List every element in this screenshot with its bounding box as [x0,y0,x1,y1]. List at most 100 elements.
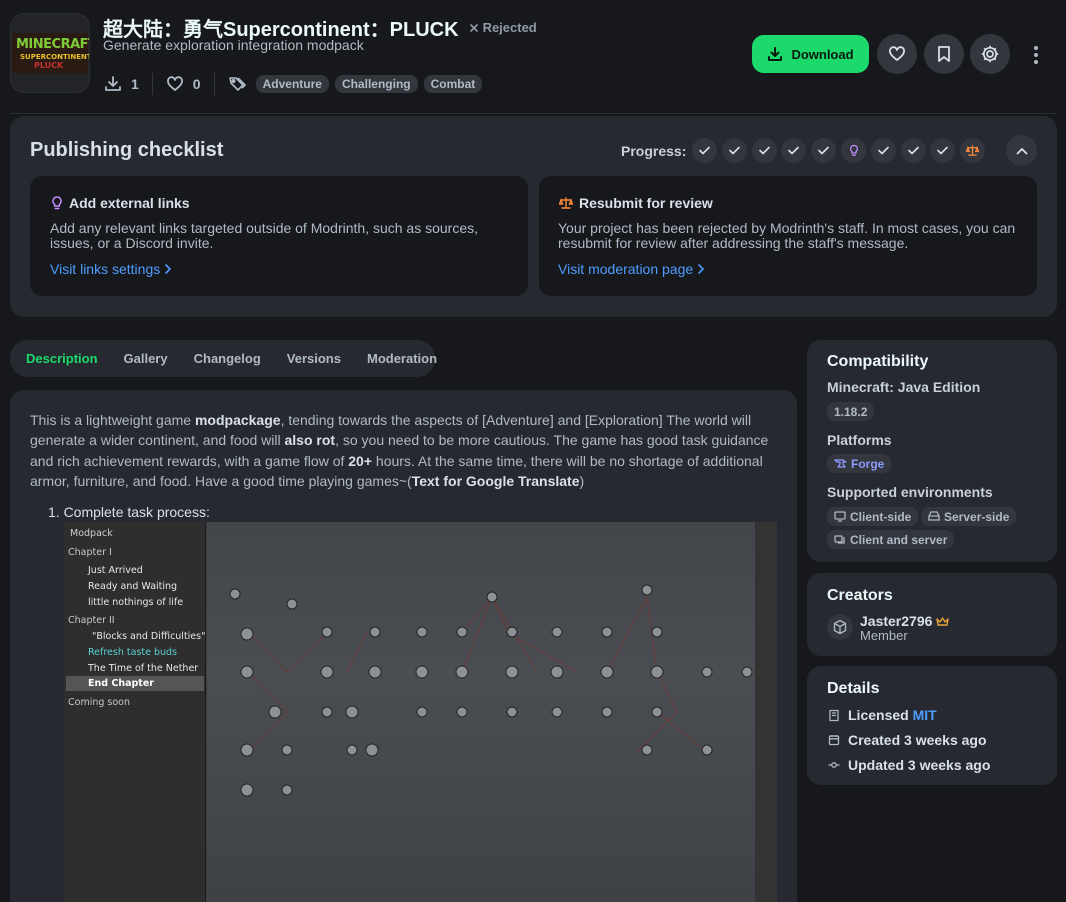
bookmark-icon [936,45,952,63]
gear-icon [980,44,1000,64]
follow-button[interactable] [877,34,917,74]
checklist-title: Publishing checklist [30,139,224,161]
project-tabs: Description Gallery Changelog Versions M… [10,340,437,377]
stat-divider [151,73,153,95]
chevron-up-icon [1016,147,1028,155]
step-done-check-icon [751,138,777,163]
quest-screenshot: Modpack Chapter I Just Arrived Ready and… [64,522,777,902]
version-chip[interactable]: 1.18.2 [827,402,875,421]
step-done-check-icon [692,138,717,163]
screenshot-row: little nothings of life [88,597,184,608]
tag-challenging[interactable]: Challenging [334,75,418,93]
stat-divider [213,73,215,95]
screenshot-row: Chapter II [68,615,115,626]
license-link[interactable]: MIT [913,707,937,723]
card-title-text: Resubmit for review [579,195,713,211]
card-body: Your project has been rejected by Modrin… [558,220,1016,251]
checklist-card-review: Resubmit for review Your project has bee… [539,176,1037,296]
updated-row: Updated 3 weeks ago [828,757,990,773]
card-title: Add external links [51,195,190,211]
compatibility-title: Compatibility [827,353,929,370]
logo-text-1: MINECRAFT [16,37,90,52]
logo-text-2: SUPERCONTINENT! [20,53,90,61]
screenshot-quest-sidebar: Modpack Chapter I Just Arrived Ready and… [64,522,206,902]
screenshot-row: Coming soon [68,697,131,708]
platform-chip-forge[interactable]: Forge [827,454,892,473]
downloads-count: 1 [131,76,139,92]
follows-stat: 0 [166,75,214,93]
env-chip-server[interactable]: Server-side [921,507,1017,526]
lightbulb-icon [51,196,63,210]
save-button[interactable] [924,34,964,74]
screenshot-right-strip [755,522,777,902]
download-button[interactable]: Download [752,35,869,73]
tab-description[interactable]: Description [26,351,98,366]
step-done-check-icon [721,138,747,163]
chevron-right-icon [698,264,705,274]
follows-count: 0 [192,76,201,92]
header-divider [10,113,1057,114]
license-row: Licensed MIT [828,707,937,723]
calendar-icon [828,734,840,746]
card-body: Add any relevant links targeted outside … [50,220,479,251]
tag-adventure[interactable]: Adventure [255,75,329,93]
link-text: Visit moderation page [558,261,694,277]
client-server-icon [834,534,846,545]
tab-gallery[interactable]: Gallery [124,351,168,366]
step-done-check-icon [900,138,926,163]
edition-label: Minecraft: Java Edition [827,379,981,395]
close-icon [469,23,479,33]
creators-panel: Creators Jaster2796 Member [807,573,1057,656]
updated-text: Updated 3 weeks ago [848,757,991,773]
project-icon: MINECRAFT SUPERCONTINENT! PLUCK [10,13,90,93]
creator-name-row[interactable]: Jaster2796 [860,613,950,629]
more-options-button[interactable] [1026,40,1046,70]
details-title: Details [827,680,880,697]
settings-button[interactable] [970,34,1010,74]
created-text: Created 3 weeks ago [848,732,987,748]
project-summary: Generate exploration integration modpack [103,37,364,53]
compatibility-panel: Compatibility Minecraft: Java Edition 1.… [807,340,1057,562]
step-done-check-icon [870,138,896,163]
moderation-page-link[interactable]: Visit moderation page [558,261,705,277]
env-chip-both[interactable]: Client and server [827,530,955,549]
tab-moderation[interactable]: Moderation [367,351,437,366]
downloads-stat: 1 [104,75,152,93]
server-icon [928,511,940,522]
screenshot-row: Just Arrived [88,565,143,576]
collapse-checklist-button[interactable] [1006,135,1037,166]
creators-title: Creators [827,587,893,604]
screenshot-row: Refresh taste buds [88,647,178,658]
download-icon [767,46,783,62]
screenshot-row: The Time of the Nether [88,663,199,674]
tag-combat[interactable]: Combat [423,75,483,93]
links-settings-link[interactable]: Visit links settings [50,261,172,277]
platforms-label: Platforms [827,432,892,448]
link-text: Visit links settings [50,261,161,277]
list-item: 1. Complete task process: [48,504,210,520]
screenshot-header: Modpack [70,528,113,539]
env-chip-client[interactable]: Client-side [827,507,919,526]
monitor-icon [834,511,846,522]
env-label-text: Client-side [850,509,912,524]
screenshot-row: End Chapter [66,676,204,691]
commit-icon [828,759,840,771]
status-text: Rejected [482,20,537,35]
progress-label: Progress: [621,143,687,159]
avatar[interactable] [827,614,853,640]
book-icon [828,709,840,722]
creator-role: Member [860,628,908,643]
download-icon [104,75,122,93]
tab-versions[interactable]: Versions [287,351,341,366]
logo-text-3: PLUCK [34,61,64,70]
project-stats: 1 0 Adventure Challenging Combat [104,73,488,95]
tab-changelog[interactable]: Changelog [194,351,261,366]
step-lightbulb-icon [841,138,866,163]
download-label: Download [791,46,854,62]
creator-name[interactable]: Jaster2796 [860,613,932,629]
card-title-text: Add external links [69,195,190,211]
status-badge: Rejected [469,20,537,35]
anvil-icon [834,458,847,469]
card-title: Resubmit for review [559,195,713,211]
license-prefix: Licensed [848,707,909,723]
